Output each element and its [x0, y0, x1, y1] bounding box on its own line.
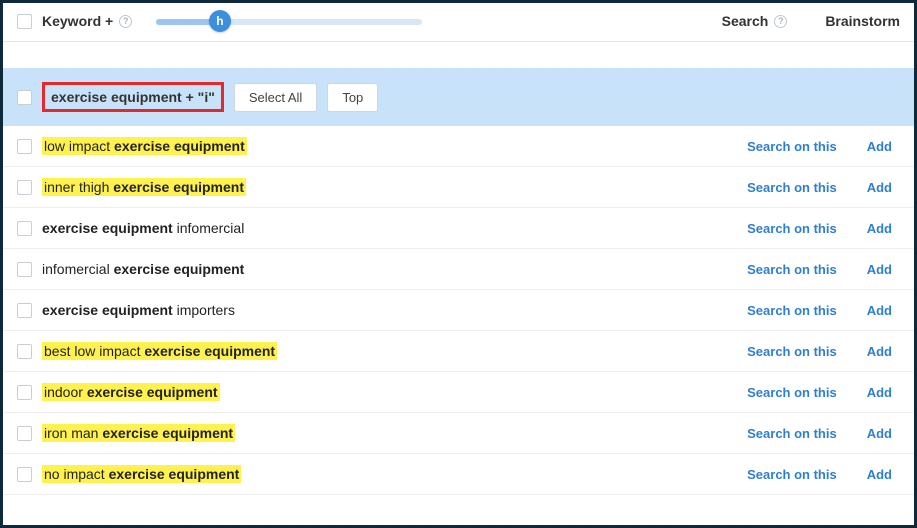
row-checkbox[interactable] — [17, 467, 32, 482]
search-on-this-link[interactable]: Search on this — [747, 221, 837, 236]
row-checkbox[interactable] — [17, 139, 32, 154]
keyword-post: infomercial — [173, 220, 245, 236]
row-checkbox[interactable] — [17, 344, 32, 359]
search-on-this-link[interactable]: Search on this — [747, 344, 837, 359]
keyword-phrase: low impact exercise equipment — [42, 137, 247, 155]
keyword-phrase: exercise equipment infomercial — [42, 220, 244, 236]
row-checkbox[interactable] — [17, 221, 32, 236]
keyword-text: exercise equipment infomercial — [42, 220, 729, 236]
slider-thumb[interactable]: h — [209, 10, 231, 32]
keyword-post: importers — [173, 302, 235, 318]
row-checkbox[interactable] — [17, 303, 32, 318]
keyword-bold: exercise equipment — [114, 261, 245, 277]
table-row: no impact exercise equipment Search on th… — [3, 454, 914, 495]
keyword-bold: exercise equipment — [113, 179, 244, 195]
table-row: exercise equipment importers Search on th… — [3, 290, 914, 331]
select-all-button[interactable]: Select All — [234, 83, 317, 112]
help-icon[interactable]: ? — [119, 15, 132, 28]
row-checkbox[interactable] — [17, 385, 32, 400]
group-header: exercise equipment + "i" Select All Top — [3, 68, 914, 126]
search-on-this-link[interactable]: Search on this — [747, 385, 837, 400]
table-row: inner thigh exercise equipment Search on … — [3, 167, 914, 208]
table-row: infomercial exercise equipment Search on … — [3, 249, 914, 290]
keyword-phrase: exercise equipment importers — [42, 302, 235, 318]
add-link[interactable]: Add — [867, 180, 892, 195]
keyword-phrase: indoor exercise equipment — [42, 383, 220, 401]
add-link[interactable]: Add — [867, 303, 892, 318]
keyword-text: exercise equipment importers — [42, 302, 729, 318]
header-right: Search ? Brainstorm — [722, 13, 900, 29]
keyword-bold: exercise equipment — [114, 138, 245, 154]
search-column-header: Search ? — [722, 13, 788, 29]
keyword-column-header: Keyword + ? — [42, 13, 132, 29]
search-on-this-link[interactable]: Search on this — [747, 139, 837, 154]
keyword-bold: exercise equipment — [109, 466, 240, 482]
group-title: exercise equipment + "i" — [42, 82, 224, 112]
keyword-pre: indoor — [44, 384, 87, 400]
brainstorm-column-header: Brainstorm — [825, 13, 900, 29]
table-row: exercise equipment infomercial Search on … — [3, 208, 914, 249]
keyword-text: iron man exercise equipment — [42, 425, 729, 441]
row-checkbox[interactable] — [17, 180, 32, 195]
keyword-phrase: no impact exercise equipment — [42, 465, 241, 483]
search-column-label: Search — [722, 13, 769, 29]
search-on-this-link[interactable]: Search on this — [747, 467, 837, 482]
keyword-text: infomercial exercise equipment — [42, 261, 729, 277]
add-link[interactable]: Add — [867, 221, 892, 236]
keyword-rows: low impact exercise equipment Search on t… — [3, 126, 914, 495]
keyword-pre: inner thigh — [44, 179, 113, 195]
help-icon[interactable]: ? — [774, 15, 787, 28]
group-checkbox[interactable] — [17, 90, 32, 105]
keyword-bold: exercise equipment — [102, 425, 233, 441]
table-row: best low impact exercise equipment Search… — [3, 331, 914, 372]
keyword-phrase: inner thigh exercise equipment — [42, 178, 246, 196]
keyword-phrase: iron man exercise equipment — [42, 424, 235, 442]
table-row: indoor exercise equipment Search on this A… — [3, 372, 914, 413]
add-link[interactable]: Add — [867, 426, 892, 441]
top-button[interactable]: Top — [327, 83, 378, 112]
search-on-this-link[interactable]: Search on this — [747, 180, 837, 195]
keyword-pre: iron man — [44, 425, 102, 441]
keyword-text: best low impact exercise equipment — [42, 343, 729, 359]
keyword-pre: infomercial — [42, 261, 114, 277]
add-link[interactable]: Add — [867, 139, 892, 154]
keyword-pre: low impact — [44, 138, 114, 154]
keyword-text: low impact exercise equipment — [42, 138, 729, 154]
table-row: low impact exercise equipment Search on t… — [3, 126, 914, 167]
keyword-text: no impact exercise equipment — [42, 466, 729, 482]
add-link[interactable]: Add — [867, 262, 892, 277]
keyword-pre: best low impact — [44, 343, 144, 359]
keyword-bold: exercise equipment — [87, 384, 218, 400]
search-on-this-link[interactable]: Search on this — [747, 262, 837, 277]
letter-slider[interactable]: h — [156, 11, 422, 31]
keyword-bold: exercise equipment — [42, 302, 173, 318]
keyword-bold: exercise equipment — [42, 220, 173, 236]
row-checkbox[interactable] — [17, 262, 32, 277]
keyword-text: indoor exercise equipment — [42, 384, 729, 400]
keyword-bold: exercise equipment — [144, 343, 275, 359]
table-header: Keyword + ? h Search ? Brainstorm — [3, 3, 914, 42]
keyword-phrase: infomercial exercise equipment — [42, 261, 244, 277]
keyword-text: inner thigh exercise equipment — [42, 179, 729, 195]
keyword-phrase: best low impact exercise equipment — [42, 342, 277, 360]
brainstorm-column-label: Brainstorm — [825, 13, 900, 29]
add-link[interactable]: Add — [867, 344, 892, 359]
add-link[interactable]: Add — [867, 467, 892, 482]
select-all-header-checkbox[interactable] — [17, 14, 32, 29]
search-on-this-link[interactable]: Search on this — [747, 426, 837, 441]
add-link[interactable]: Add — [867, 385, 892, 400]
search-on-this-link[interactable]: Search on this — [747, 303, 837, 318]
keyword-column-label: Keyword + — [42, 13, 113, 29]
table-row: iron man exercise equipment Search on thi… — [3, 413, 914, 454]
row-checkbox[interactable] — [17, 426, 32, 441]
keyword-pre: no impact — [44, 466, 109, 482]
